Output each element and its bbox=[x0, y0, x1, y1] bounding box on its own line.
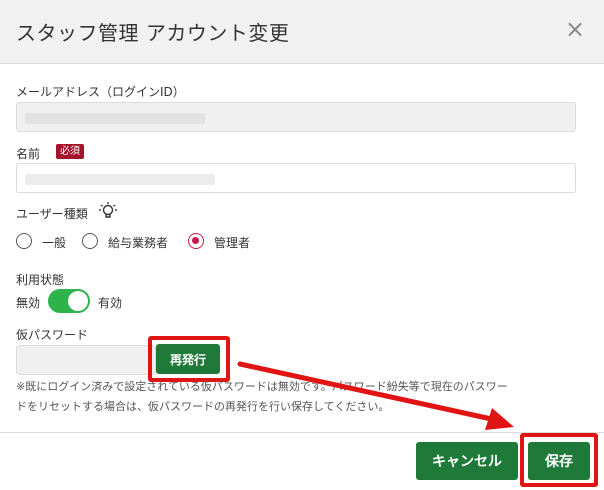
modal-title: スタッフ管理 アカウント変更 bbox=[16, 21, 290, 45]
temp-password-field bbox=[16, 345, 156, 375]
footer-divider bbox=[0, 432, 604, 433]
close-icon[interactable]: × bbox=[564, 17, 586, 41]
required-badge: 必須 bbox=[56, 144, 84, 159]
status-on-label: 有効 bbox=[98, 296, 123, 310]
name-label: 名前 bbox=[16, 147, 41, 161]
redacted-name bbox=[25, 174, 215, 185]
cancel-button[interactable]: キャンセル bbox=[416, 442, 518, 480]
status-off-label: 無効 bbox=[16, 296, 41, 310]
reissue-button[interactable]: 再発行 bbox=[156, 344, 220, 374]
radio-circle-admin[interactable] bbox=[188, 233, 204, 249]
save-button[interactable]: 保存 bbox=[528, 442, 590, 480]
email-label: メールアドレス（ログインID） bbox=[16, 85, 185, 99]
status-label: 利用状態 bbox=[16, 273, 65, 287]
temp-password-note-line2: ドをリセットする場合は、仮パスワードの再発行を行い保存してください。 bbox=[16, 400, 390, 413]
status-toggle[interactable] bbox=[48, 289, 90, 313]
name-field[interactable] bbox=[16, 163, 576, 193]
radio-circle-general[interactable] bbox=[16, 233, 32, 249]
email-field bbox=[16, 102, 576, 132]
lightbulb-icon[interactable] bbox=[98, 201, 118, 221]
radio-label-general[interactable]: 一般 bbox=[42, 234, 66, 251]
redacted-email bbox=[25, 113, 205, 124]
temp-password-label: 仮パスワード bbox=[16, 328, 89, 342]
radio-label-admin[interactable]: 管理者 bbox=[214, 234, 250, 251]
modal-header: スタッフ管理 アカウント変更 × bbox=[0, 0, 604, 64]
temp-password-note-line1: ※既にログイン済みで設定されている仮パスワードは無効です。パスワード紛失等で現在… bbox=[16, 380, 508, 393]
radio-label-payroll[interactable]: 給与業務者 bbox=[108, 234, 168, 251]
user-type-label: ユーザー種類 bbox=[16, 207, 88, 221]
radio-circle-payroll[interactable] bbox=[82, 233, 98, 249]
